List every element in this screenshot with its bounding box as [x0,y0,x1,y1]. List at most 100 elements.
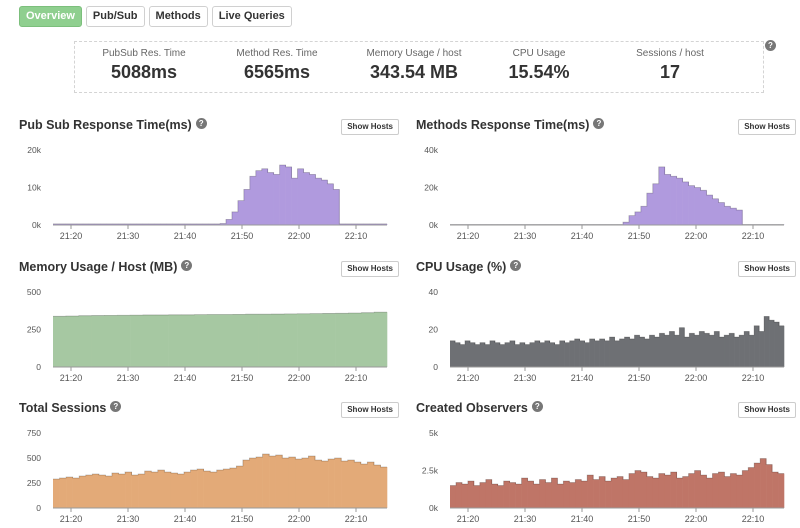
data-bar [220,314,234,367]
question-icon[interactable]: ? [181,260,193,271]
chart-cpu-usage: 0 20 40 21:20 21:30 21:40 21:50 22:00 22:10 [429,287,785,383]
question-icon[interactable]: ? [195,118,207,129]
summary-stats: PubSub Res. Time 5088ms Method Res. Time… [74,41,764,93]
data-bar [361,312,375,367]
data-bar [575,479,582,508]
data-bar [231,211,239,226]
x-tick-label: 22:10 [742,373,765,383]
question-icon[interactable]: ? [765,40,776,51]
data-bar [634,470,642,508]
question-icon[interactable]: ? [531,401,543,412]
x-tick-label: 21:40 [571,373,594,383]
data-bar [373,465,381,508]
data-bar [534,340,541,367]
show-hosts-button[interactable]: Show Hosts [341,119,399,135]
data-bar [104,315,118,367]
data-bar [157,470,165,508]
summary-help[interactable]: ? [765,40,776,58]
data-bar [640,472,648,508]
x-tick-label: 21:20 [60,373,83,383]
show-hosts-button[interactable]: Show Hosts [738,402,796,418]
x-tick-label: 21:20 [457,231,480,241]
data-bar [348,313,362,367]
tab-overview[interactable]: Overview [19,6,82,27]
stat-value: 343.54 MB [369,62,459,82]
data-bar [168,314,182,367]
panel-title: Created Observers? [416,401,543,415]
data-bar [619,338,625,368]
data-bar [207,314,221,367]
data-bar [467,481,475,508]
show-hosts-button[interactable]: Show Hosts [341,402,399,418]
x-tick-label: 21:50 [231,373,254,383]
tab-live-queries[interactable]: Live Queries [211,6,292,27]
x-tick-label: 21:30 [117,373,140,383]
data-bar [646,476,654,508]
data-bar [509,482,516,508]
tab-pubsub[interactable]: Pub/Sub [85,6,145,27]
data-bar [649,335,655,368]
data-bar [654,337,660,367]
data-bar [504,342,511,368]
data-bar [59,478,67,508]
data-bar [297,168,304,225]
y-tick-label: 0k [32,220,42,230]
data-bar [130,315,144,367]
y-tick-label: 20k [424,183,438,193]
data-bar [79,476,87,508]
data-bar [559,340,565,367]
show-hosts-button[interactable]: Show Hosts [341,261,399,277]
x-tick-label: 21:40 [571,231,594,241]
chart-created-observers: 0k 2.5k 5k 21:20 21:30 21:40 21:50 22:00 22:10 [422,428,785,524]
data-bar [322,313,336,367]
data-bar [65,316,79,367]
data-bar [682,476,689,508]
data-bar [744,331,750,368]
question-icon[interactable]: ? [110,401,122,412]
data-bar [275,455,283,508]
y-tick-label: 20k [27,145,41,155]
data-bar [267,172,274,225]
data-bar [72,478,80,508]
data-bar [249,176,257,225]
data-bar [652,183,660,225]
x-tick-label: 22:10 [742,231,765,241]
tab-methods[interactable]: Methods [148,6,208,27]
stat-label: Memory Usage / host [366,48,462,59]
data-bar [682,181,689,226]
data-bar [736,210,743,225]
x-tick-label: 21:30 [117,231,140,241]
y-tick-label: 0 [36,362,41,372]
data-bar [628,215,636,226]
question-icon[interactable]: ? [510,260,522,271]
data-bar [491,484,499,508]
data-bar [670,176,677,225]
data-bar [284,313,298,367]
data-bar [664,475,671,508]
data-bar [321,180,328,225]
question-icon[interactable]: ? [593,118,605,129]
show-hosts-button[interactable]: Show Hosts [738,119,796,135]
data-bar [599,338,605,368]
data-bar [664,335,670,368]
show-hosts-button[interactable]: Show Hosts [738,261,796,277]
data-bar [197,469,204,508]
x-tick-label: 21:50 [231,514,254,524]
stat-cpu-usage: CPU Usage 15.54% [470,42,608,83]
data-bar [297,313,311,367]
data-bar [594,340,600,367]
data-bar [706,195,713,225]
x-tick-label: 21:20 [60,514,83,524]
chart-methods-response: 0k 20k 40k 21:20 21:30 21:40 21:50 22:00 22:10 [424,145,785,241]
data-bar [144,471,152,508]
data-bar [699,331,705,368]
data-bar [694,470,701,508]
x-tick-label: 21:20 [60,231,83,241]
data-bar [177,474,185,508]
data-bar [203,471,211,508]
data-bar [255,170,263,226]
data-bar [85,475,93,508]
data-bar [730,208,737,226]
y-tick-label: 0k [429,220,439,230]
x-tick-label: 22:10 [345,373,368,383]
